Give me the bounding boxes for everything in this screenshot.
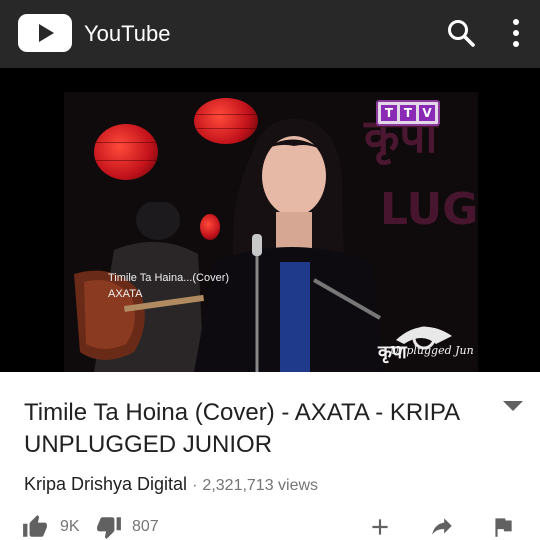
action-row: 9K 807 xyxy=(0,512,540,540)
meta-separator: · xyxy=(192,477,198,494)
video-player[interactable]: कृपा LUG T T V Timile Ta Haina...(Cover)… xyxy=(0,68,540,372)
add-to-playlist-icon[interactable] xyxy=(367,514,393,540)
app-title: YouTube xyxy=(84,21,171,46)
video-frame: कृपा LUG T T V Timile Ta Haina...(Cover)… xyxy=(64,92,478,372)
channel-name[interactable]: Kripa Drishya Digital xyxy=(24,474,187,494)
youtube-logo-icon[interactable] xyxy=(18,14,72,52)
thumbs-down-icon[interactable] xyxy=(96,514,122,540)
badge-letter: T xyxy=(400,105,416,121)
caption-title: Timile Ta Haina...(Cover) xyxy=(108,272,230,284)
video-title: Timile Ta Hoina (Cover) - AXATA - KRIPA … xyxy=(24,399,459,458)
channel-line: Kripa Drishya Digital · 2,321,713 views xyxy=(24,473,318,497)
share-icon[interactable] xyxy=(429,514,455,540)
app-bar: YouTube xyxy=(0,0,540,68)
view-count: 2,321,713 views xyxy=(202,477,319,494)
caption-artist: AXATA xyxy=(108,288,143,300)
badge-letter: V xyxy=(419,105,435,121)
search-icon[interactable] xyxy=(445,17,477,49)
lantern-decoration xyxy=(94,124,158,180)
show-logo-icon: कृपा xyxy=(377,326,452,364)
show-logo-text: Unplugged Jun xyxy=(390,344,474,357)
stage-backdrop: LUG xyxy=(380,184,478,235)
channel-badge: T T V xyxy=(376,100,440,126)
singer-figure xyxy=(194,118,384,372)
thumbs-up-icon[interactable] xyxy=(22,514,48,540)
report-flag-icon[interactable] xyxy=(490,514,516,540)
guitarist-figure xyxy=(74,202,204,372)
dislike-count: 807 xyxy=(132,518,159,535)
like-count: 9K xyxy=(60,518,80,535)
expand-caret-icon[interactable] xyxy=(502,400,524,412)
badge-letter: T xyxy=(381,105,397,121)
more-vert-icon[interactable] xyxy=(505,16,527,50)
